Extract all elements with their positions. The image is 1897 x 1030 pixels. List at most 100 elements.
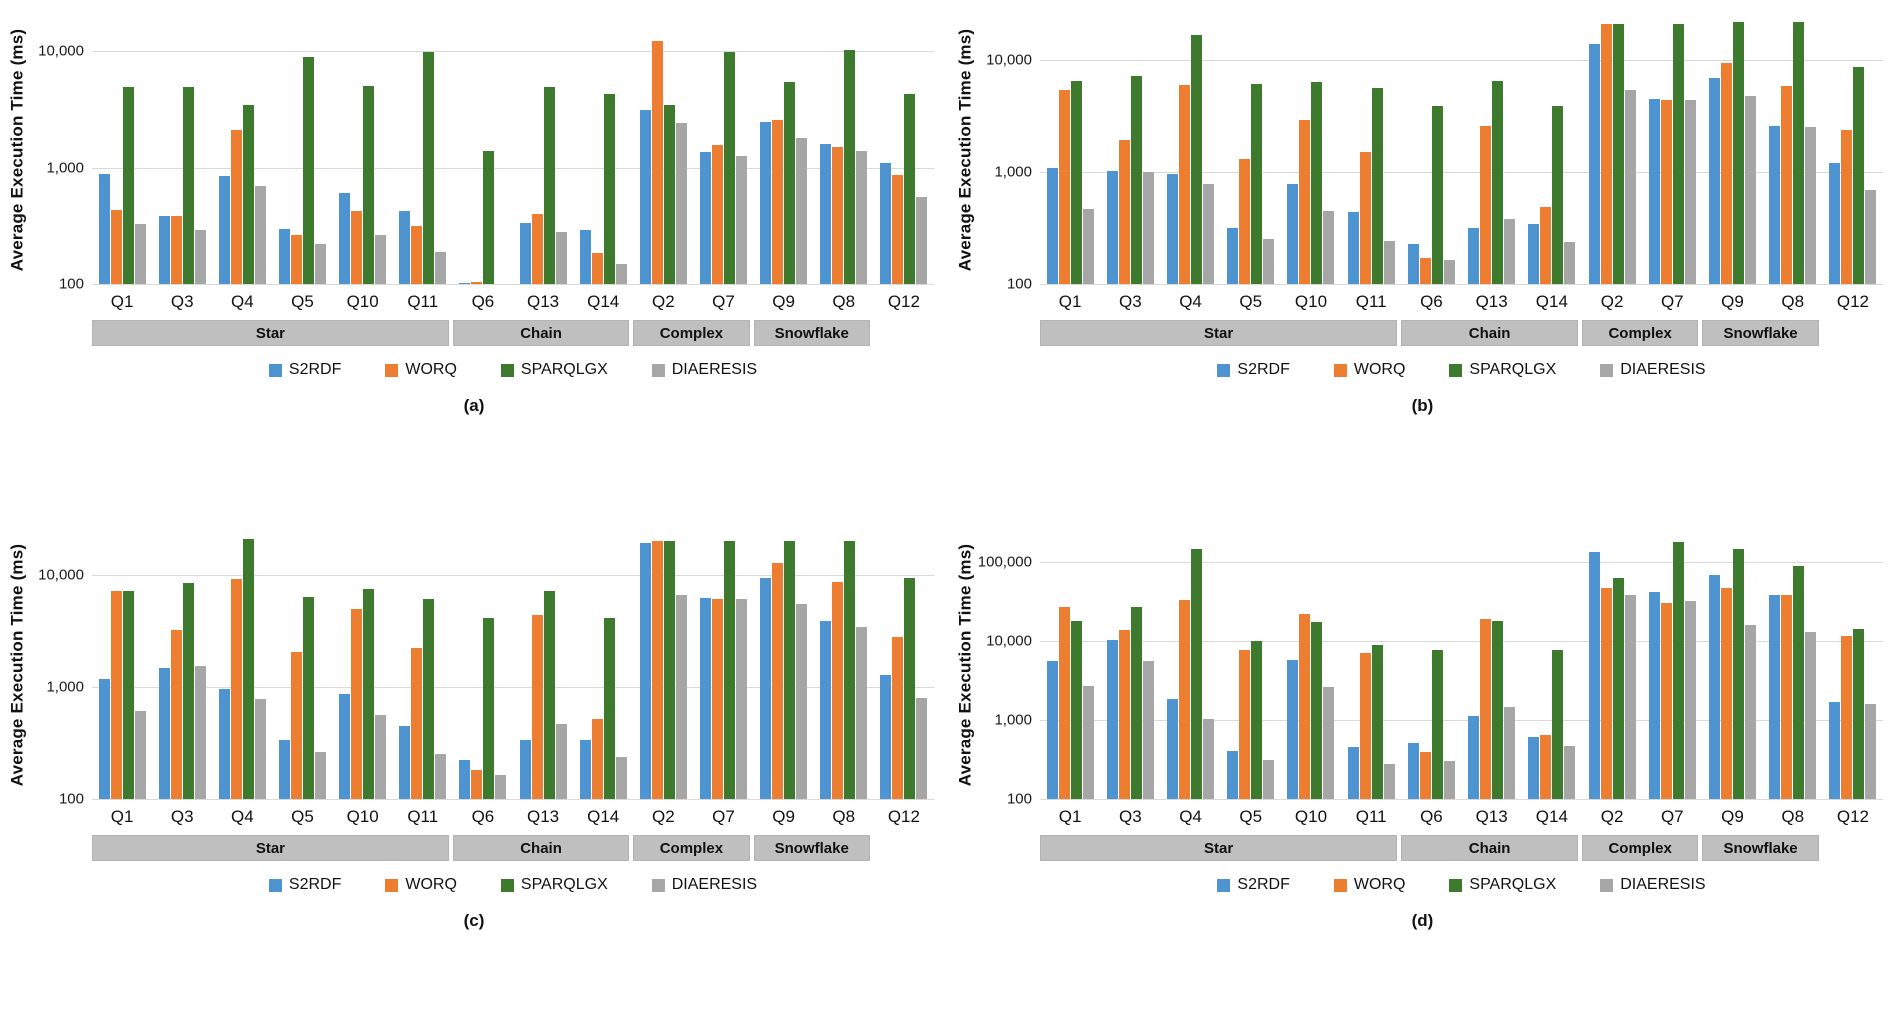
bar-group-Q1[interactable] [92,531,152,799]
bar-group-Q7[interactable] [1642,531,1702,799]
bar-group-Q3[interactable] [152,16,212,284]
bar-sparqlgx-q13[interactable] [1492,621,1504,799]
bar-sparqlgx-q14[interactable] [1552,106,1564,284]
bar-diaeresis-q10[interactable] [375,715,387,799]
bar-sparqlgx-q9[interactable] [1733,22,1745,284]
bar-s2rdf-q9[interactable] [760,122,772,284]
bar-group-Q11[interactable] [1341,531,1401,799]
bar-sparqlgx-q5[interactable] [1251,640,1263,799]
bar-diaeresis-q11[interactable] [1383,763,1395,799]
bar-s2rdf-q11[interactable] [1347,746,1359,799]
bar-group-Q14[interactable] [1522,16,1582,284]
bar-group-Q2[interactable] [633,531,693,799]
bar-sparqlgx-q13[interactable] [1492,81,1504,284]
legend-item-s2rdf[interactable]: S2RDF [268,876,341,894]
bar-worq-q10[interactable] [1299,614,1311,799]
bar-sparqlgx-q10[interactable] [363,588,375,799]
bar-s2rdf-q13[interactable] [1468,227,1480,284]
bar-diaeresis-q6[interactable] [495,283,506,284]
bar-group-Q6[interactable] [453,531,513,799]
bar-diaeresis-q3[interactable] [194,666,206,799]
bar-worq-q7[interactable] [711,145,723,284]
bar-diaeresis-q3[interactable] [194,230,206,284]
bar-group-Q5[interactable] [272,531,332,799]
bar-worq-q7[interactable] [711,598,723,799]
bar-group-Q6[interactable] [1401,16,1461,284]
bar-worq-q9[interactable] [1721,63,1733,284]
bar-diaeresis-q6[interactable] [1443,760,1455,799]
bar-group-Q8[interactable] [814,531,874,799]
legend-item-sparqlgx[interactable]: SPARQLGX [1449,361,1556,379]
legend-item-sparqlgx[interactable]: SPARQLGX [500,361,608,379]
bar-diaeresis-q9[interactable] [796,138,808,284]
bar-s2rdf-q4[interactable] [218,689,230,799]
bar-worq-q5[interactable] [1239,649,1251,799]
bar-sparqlgx-q10[interactable] [363,86,375,284]
bar-s2rdf-q14[interactable] [1528,736,1540,799]
legend-item-worq[interactable]: WORQ [1333,361,1405,379]
bar-group-Q5[interactable] [1221,16,1281,284]
bar-group-Q11[interactable] [393,531,453,799]
bar-diaeresis-q6[interactable] [495,774,507,799]
bar-worq-q7[interactable] [1660,99,1672,284]
bar-s2rdf-q7[interactable] [1648,99,1660,284]
bar-group-Q8[interactable] [1763,531,1823,799]
bar-diaeresis-q9[interactable] [1745,625,1757,799]
bar-s2rdf-q1[interactable] [1046,661,1058,799]
bar-s2rdf-q12[interactable] [1829,163,1841,284]
bar-sparqlgx-q3[interactable] [182,86,194,284]
bar-s2rdf-q10[interactable] [1287,659,1299,799]
bar-sparqlgx-q8[interactable] [1793,566,1805,799]
bar-worq-q14[interactable] [591,252,603,284]
bar-worq-q1[interactable] [110,210,122,284]
bar-diaeresis-q12[interactable] [916,698,928,799]
bar-worq-q11[interactable] [1359,653,1371,799]
bar-sparqlgx-q2[interactable] [663,104,675,284]
bar-sparqlgx-q11[interactable] [1371,87,1383,284]
bar-group-Q9[interactable] [754,531,814,799]
bar-group-Q10[interactable] [1281,531,1341,799]
bar-s2rdf-q3[interactable] [1106,171,1118,284]
bar-group-Q4[interactable] [212,16,272,284]
bar-sparqlgx-q8[interactable] [1793,22,1805,284]
bar-group-Q5[interactable] [1221,531,1281,799]
bar-diaeresis-q8[interactable] [856,150,868,284]
bar-s2rdf-q7[interactable] [699,597,711,799]
bar-sparqlgx-q9[interactable] [1733,548,1745,799]
bar-s2rdf-q2[interactable] [639,543,651,799]
bar-worq-q5[interactable] [1239,158,1251,284]
bar-sparqlgx-q1[interactable] [122,87,134,284]
bar-s2rdf-q11[interactable] [1347,212,1359,284]
bar-s2rdf-q8[interactable] [820,621,832,799]
bar-sparqlgx-q7[interactable] [1672,542,1684,799]
bar-s2rdf-q4[interactable] [1167,174,1179,284]
bar-group-Q7[interactable] [1642,16,1702,284]
bar-group-Q11[interactable] [1341,16,1401,284]
bar-diaeresis-q9[interactable] [1745,96,1757,284]
bar-group-Q12[interactable] [1823,16,1883,284]
legend-item-s2rdf[interactable]: S2RDF [1217,876,1290,894]
bar-group-Q12[interactable] [1823,531,1883,799]
bar-diaeresis-q11[interactable] [435,753,447,799]
bar-sparqlgx-q14[interactable] [603,617,615,799]
bar-s2rdf-q12[interactable] [880,674,892,799]
bar-diaeresis-q12[interactable] [1865,703,1877,799]
bar-group-Q9[interactable] [754,16,814,284]
bar-worq-q13[interactable] [531,615,543,799]
bar-s2rdf-q13[interactable] [519,739,531,799]
bar-diaeresis-q10[interactable] [1323,687,1335,799]
bar-group-Q8[interactable] [1763,16,1823,284]
bar-worq-q12[interactable] [892,637,904,799]
bar-sparqlgx-q4[interactable] [242,104,254,284]
bar-sparqlgx-q11[interactable] [423,598,435,799]
legend-item-worq[interactable]: WORQ [385,876,457,894]
legend-item-worq[interactable]: WORQ [1333,876,1405,894]
bar-group-Q10[interactable] [333,531,393,799]
bar-sparqlgx-q5[interactable] [302,56,314,284]
bar-s2rdf-q2[interactable] [1588,552,1600,799]
bar-diaeresis-q11[interactable] [1383,240,1395,284]
bar-group-Q6[interactable] [1401,531,1461,799]
bar-diaeresis-q10[interactable] [1323,211,1335,284]
bar-sparqlgx-q9[interactable] [784,82,796,284]
bar-group-Q9[interactable] [1702,531,1762,799]
